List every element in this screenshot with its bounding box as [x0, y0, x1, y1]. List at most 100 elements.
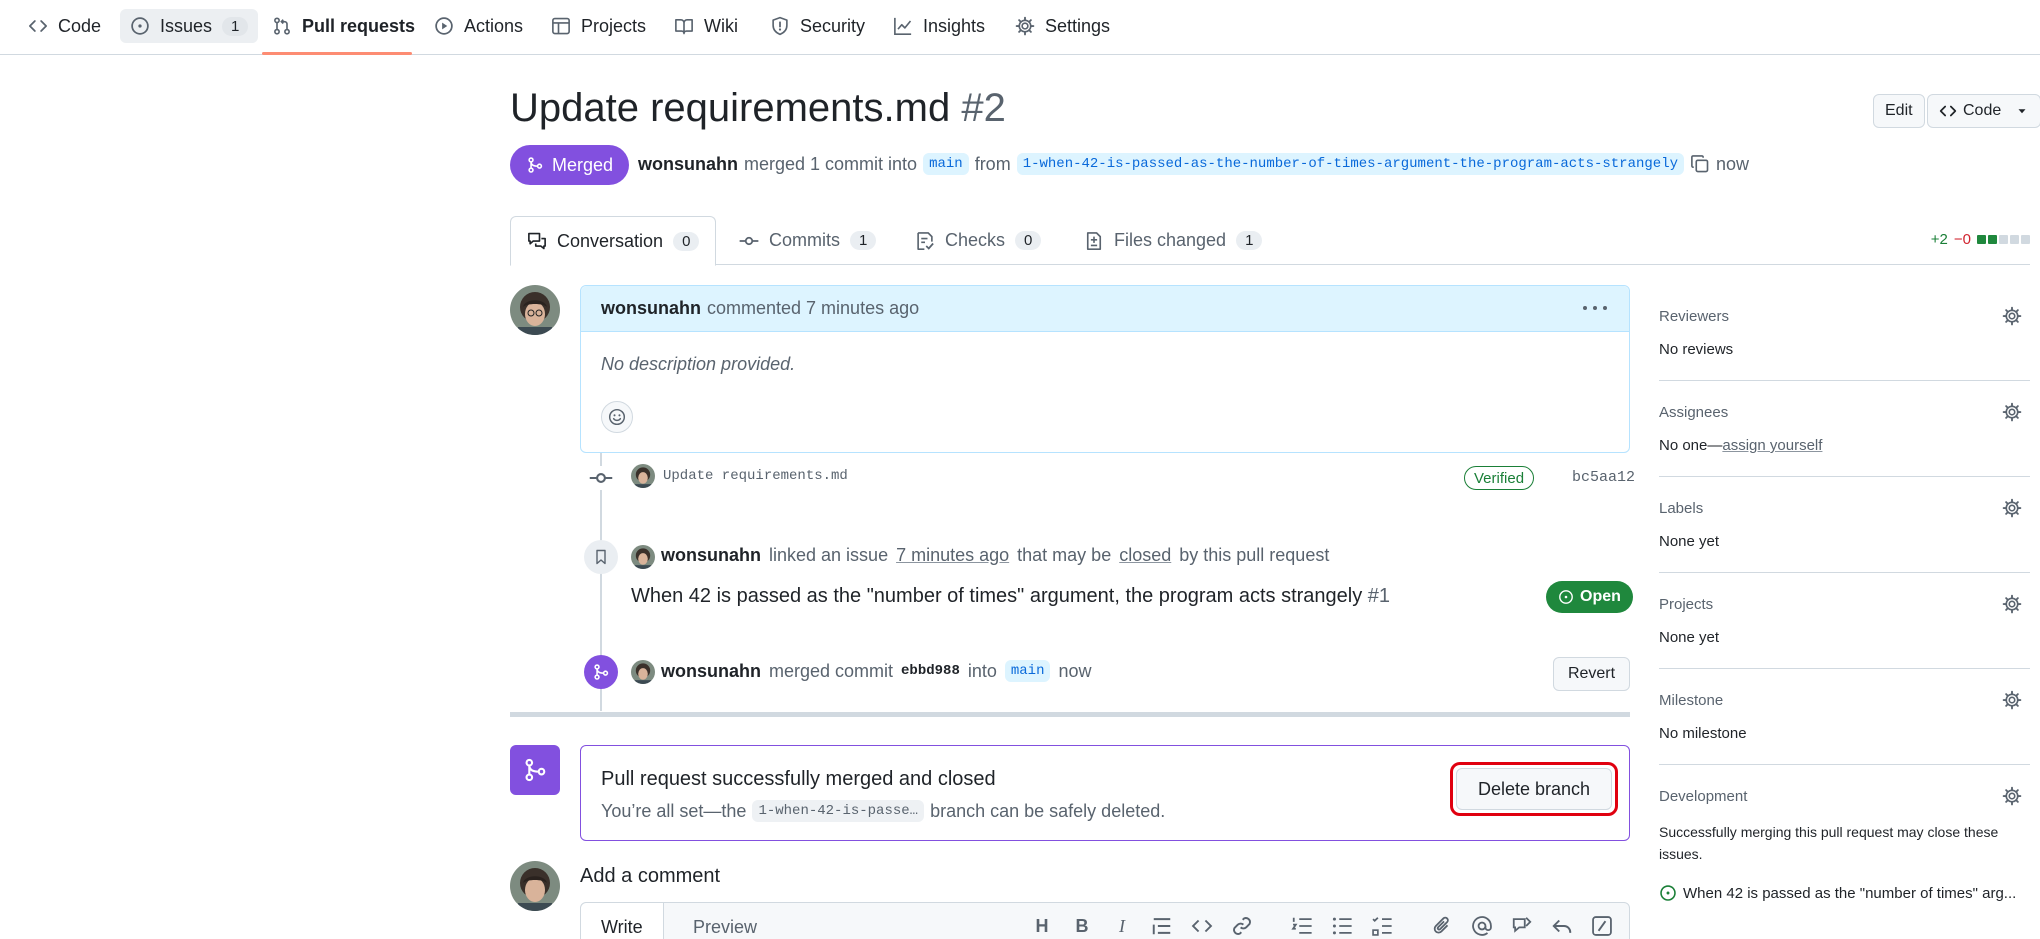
bookmark-icon [596, 549, 606, 565]
tab-files-changed-count: 1 [1236, 231, 1263, 250]
avatar[interactable] [510, 861, 560, 911]
closed-word-link[interactable]: closed [1119, 545, 1171, 566]
tasklist-icon[interactable] [1371, 915, 1393, 937]
linked-author-link[interactable]: wonsunahn [661, 545, 761, 566]
issue-opened-icon [131, 17, 149, 35]
code-icon[interactable] [1191, 915, 1213, 937]
nav-code[interactable]: Code [18, 9, 111, 43]
list-ordered-icon[interactable] [1291, 915, 1313, 937]
code-icon [29, 20, 47, 32]
avatar[interactable] [631, 464, 655, 488]
avatar-image [631, 660, 655, 684]
nav-projects[interactable]: Projects [541, 9, 656, 43]
avatar[interactable] [510, 285, 560, 335]
nav-insights[interactable]: Insights [883, 9, 995, 43]
gear-icon[interactable] [2002, 402, 2022, 422]
development-linked-issue[interactable]: When 42 is passed as the "number of time… [1659, 884, 2016, 902]
tab-preview[interactable]: Preview [673, 903, 777, 939]
milestone-value: No milestone [1659, 725, 1747, 742]
comment-body: No description provided. [601, 354, 796, 374]
nav-wiki-label: Wiki [704, 15, 738, 36]
cross-reference-icon[interactable] [1511, 915, 1533, 937]
pr-author-link[interactable]: wonsunahn [638, 154, 738, 175]
tab-write[interactable]: Write [581, 903, 664, 939]
tab-files-changed[interactable]: Files changed 1 [1068, 216, 1278, 265]
tab-commits[interactable]: Commits 1 [723, 216, 892, 265]
add-reaction-button[interactable] [601, 401, 633, 433]
development-description: Successfully merging this pull request m… [1659, 824, 1999, 862]
bold-tool[interactable]: B [1071, 915, 1093, 937]
edit-button[interactable]: Edit [1873, 94, 1925, 128]
nav-actions[interactable]: Actions [424, 9, 533, 43]
timeline-end-divider [510, 712, 1630, 717]
assignees-heading: Assignees [1659, 404, 1729, 421]
italic-tool[interactable]: I [1111, 915, 1133, 937]
tab-checks[interactable]: Checks 0 [899, 216, 1057, 265]
assign-yourself-link[interactable]: assign yourself [1722, 437, 1822, 454]
linked-text-2: that may be [1017, 545, 1112, 565]
nav-settings[interactable]: Settings [1005, 9, 1120, 43]
nav-security[interactable]: Security [760, 9, 875, 43]
gear-icon [1015, 16, 1035, 36]
gear-icon[interactable] [2002, 498, 2022, 518]
gear-icon[interactable] [2002, 690, 2022, 710]
diffstat-additions: +2 [1930, 231, 1948, 248]
nav-issues[interactable]: Issues 1 [120, 9, 259, 43]
merge-head-branch-label[interactable]: 1-when-42-is-passe… [752, 800, 925, 822]
merged-author-link[interactable]: wonsunahn [661, 661, 761, 682]
nav-pull-requests[interactable]: Pull requests [262, 9, 425, 43]
sidebar-divider [1659, 380, 2030, 381]
copy-icon[interactable] [1690, 154, 1710, 174]
smiley-icon [608, 408, 626, 426]
paperclip-icon[interactable] [1431, 915, 1453, 937]
commit-message-link[interactable]: Update requirements.md [663, 468, 848, 484]
heading-tool[interactable]: H [1031, 915, 1053, 937]
merge-status-icon-box [510, 745, 560, 795]
quote-icon[interactable] [1151, 915, 1173, 937]
gear-icon[interactable] [2002, 306, 2022, 326]
tab-conversation-label: Conversation [557, 230, 664, 251]
comment-author-link[interactable]: wonsunahn [601, 298, 701, 319]
merge-status-subtitle: You’re all set—the 1-when-42-is-passe… b… [601, 800, 1165, 822]
gear-icon[interactable] [2002, 786, 2022, 806]
linked-issue-title[interactable]: When 42 is passed as the "number of time… [631, 585, 1390, 608]
list-unordered-icon[interactable] [1331, 915, 1353, 937]
gear-icon[interactable] [2002, 594, 2022, 614]
head-branch-label[interactable]: 1-when-42-is-passed-as-the-number-of-tim… [1016, 153, 1684, 175]
nav-pull-requests-label: Pull requests [302, 15, 416, 36]
merge-status-box: Pull request successfully merged and clo… [580, 745, 1630, 841]
avatar[interactable] [631, 545, 655, 569]
merge-sub-text-1: You’re all set—the [601, 800, 747, 821]
tab-files-changed-label: Files changed [1114, 230, 1227, 250]
diffstat[interactable]: +2 −0 [1931, 231, 2030, 248]
play-icon [435, 17, 453, 35]
code-dropdown-label: Code [1963, 102, 2002, 119]
nav-wiki[interactable]: Wiki [664, 9, 748, 43]
reply-icon[interactable] [1551, 915, 1573, 937]
mention-icon[interactable] [1471, 915, 1493, 937]
kebab-horizontal-icon[interactable] [1583, 298, 1607, 318]
development-heading: Development [1659, 788, 1748, 805]
slash-command-icon[interactable] [1591, 915, 1613, 937]
link-icon[interactable] [1231, 915, 1253, 937]
merged-branch-label[interactable]: main [1004, 660, 1051, 682]
nav-issues-label: Issues [160, 15, 213, 36]
issue-open-badge: Open [1546, 581, 1633, 613]
issue-opened-icon [1660, 885, 1676, 901]
avatar[interactable] [631, 660, 655, 684]
merged-state-badge: Merged [510, 145, 630, 185]
base-branch-label[interactable]: main [923, 153, 969, 175]
revert-button-label: Revert [1567, 665, 1616, 682]
assignees-value: No one—assign yourself [1659, 437, 1822, 454]
commit-sha-link[interactable]: bc5aa12 [1572, 469, 1635, 486]
linked-text-3: by this pull request [1179, 545, 1330, 565]
tab-commits-count: 1 [850, 231, 877, 250]
revert-button[interactable]: Revert [1553, 657, 1630, 691]
linked-time-link[interactable]: 7 minutes ago [896, 545, 1009, 566]
verified-badge[interactable]: Verified [1464, 466, 1535, 490]
tab-conversation[interactable]: Conversation 0 [510, 216, 717, 266]
code-dropdown-button[interactable]: Code [1927, 94, 2040, 128]
merge-commit-sha-link[interactable]: ebbd988 [901, 663, 960, 679]
pr-number: #2 [961, 86, 1006, 130]
reviewers-value: No reviews [1659, 341, 1734, 358]
